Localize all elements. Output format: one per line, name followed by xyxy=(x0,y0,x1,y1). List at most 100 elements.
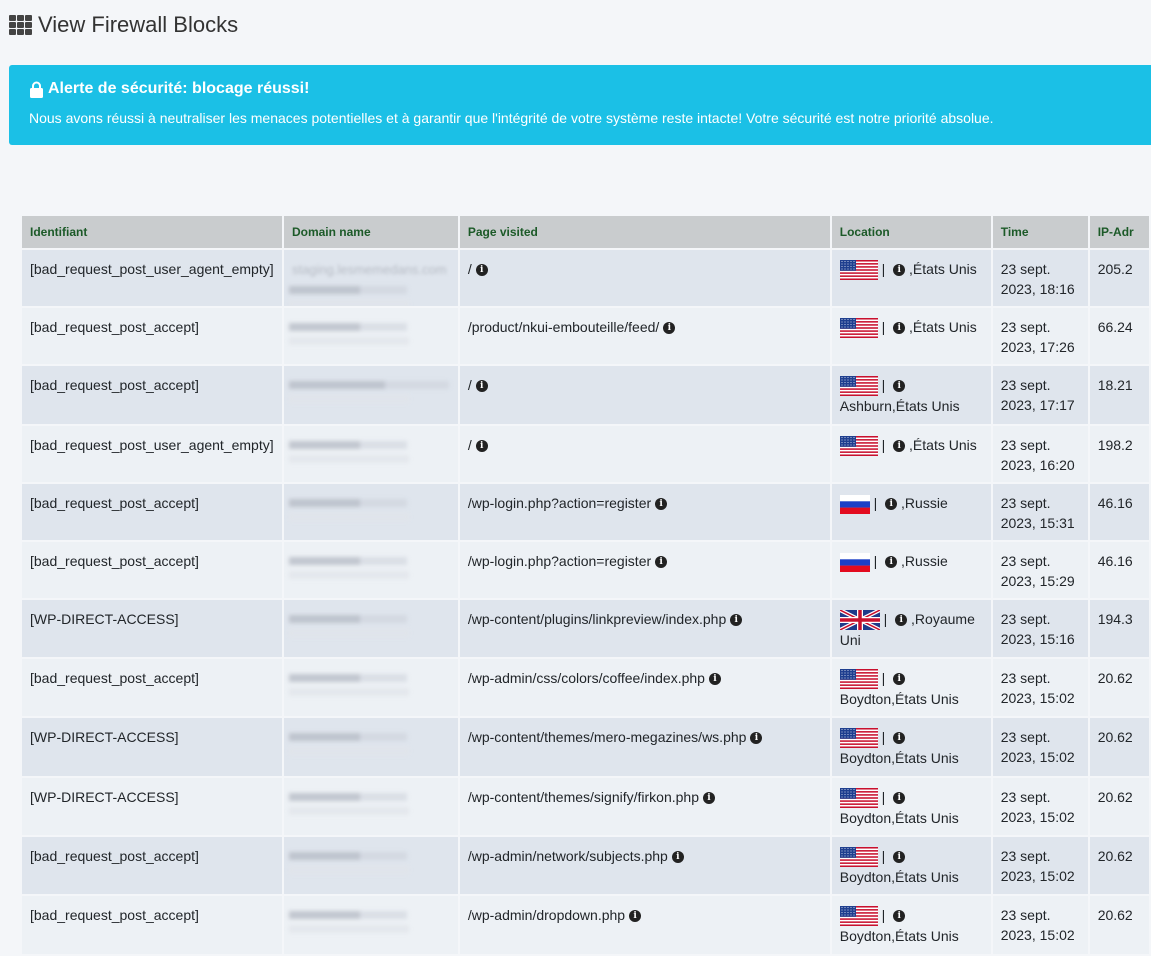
cell-page: /wp-login.php?action=register i xyxy=(459,484,830,542)
page-visited[interactable]: /wp-content/themes/signify/firkon.php xyxy=(468,789,699,805)
info-circle-icon[interactable]: i xyxy=(893,732,906,745)
date-text: 23 sept. xyxy=(1000,848,1051,864)
column-header-page[interactable]: Page visited xyxy=(459,216,830,250)
info-circle-icon[interactable]: i xyxy=(893,673,906,686)
cell-identifiant: [bad_request_post_accept] xyxy=(22,896,282,956)
info-circle-icon[interactable]: i xyxy=(702,792,715,805)
cell-domain xyxy=(283,308,458,366)
page-header: View Firewall Blocks xyxy=(9,10,238,40)
info-circle-icon[interactable]: i xyxy=(885,498,898,511)
flag-us-icon xyxy=(839,728,878,749)
cell-time: 23 sept. 2023, 15:02 xyxy=(992,778,1088,837)
page-visited[interactable]: /wp-content/themes/mero-megazines/ws.php xyxy=(468,729,747,745)
page-visited[interactable]: /wp-admin/network/subjects.php xyxy=(468,848,668,864)
flag-ru-icon xyxy=(839,552,870,572)
page-visited[interactable]: / xyxy=(468,377,472,393)
date-text: 23 sept. xyxy=(1000,437,1051,453)
location-text: Boydton,États Unis xyxy=(839,869,959,886)
column-header-domain[interactable]: Domain name xyxy=(283,216,458,250)
cell-page: / i xyxy=(459,426,830,484)
info-circle-icon[interactable]: i xyxy=(893,380,906,393)
time-text: 2023, 15:02 xyxy=(1000,868,1075,884)
flag-us-icon xyxy=(839,436,878,457)
cell-ip: 46.16 xyxy=(1089,542,1149,600)
page-visited[interactable]: /wp-admin/css/colors/coffee/index.php xyxy=(468,670,705,686)
cell-location: | iBoydton,États Unis xyxy=(831,837,991,896)
cell-domain xyxy=(283,542,458,600)
info-circle-icon[interactable]: i xyxy=(893,792,906,805)
cell-page: /wp-content/plugins/linkpreview/index.ph… xyxy=(459,600,830,659)
time-text: 2023, 17:26 xyxy=(1000,339,1075,355)
cell-time: 23 sept. 2023, 16:20 xyxy=(992,426,1088,484)
cell-time: 23 sept. 2023, 18:16 xyxy=(992,250,1088,308)
page-visited[interactable]: / xyxy=(468,437,472,453)
cell-ip: 194.3 xyxy=(1089,600,1149,659)
info-circle-icon[interactable]: i xyxy=(663,322,676,335)
info-circle-icon[interactable]: i xyxy=(475,380,488,393)
cell-page: / i xyxy=(459,250,830,308)
cell-domain xyxy=(283,659,458,718)
redacted-domain xyxy=(288,435,409,465)
table-row: [bad_request_post_accept] /wp-admin/css/c… xyxy=(22,659,1149,718)
info-circle-icon[interactable]: i xyxy=(475,264,488,277)
page-visited[interactable]: /wp-login.php?action=register xyxy=(468,495,651,511)
page-visited[interactable]: /product/nkui-embouteille/feed/ xyxy=(468,319,659,335)
flag-us-icon xyxy=(839,906,878,927)
page-visited[interactable]: /wp-content/plugins/linkpreview/index.ph… xyxy=(468,611,726,627)
alert-message: Nous avons réussi à neutraliser les mena… xyxy=(29,110,994,126)
flag-gb-icon xyxy=(839,610,880,631)
date-text: 23 sept. xyxy=(1000,377,1051,393)
page-visited[interactable]: /wp-login.php?action=register xyxy=(468,553,651,569)
cell-identifiant: [bad_request_post_user_agent_empty] xyxy=(22,426,282,484)
info-circle-icon[interactable]: i xyxy=(730,614,743,627)
table-header-row: Identifiant Domain name Page visited Loc… xyxy=(22,216,1149,250)
info-circle-icon[interactable]: i xyxy=(629,910,642,923)
table-row: [WP-DIRECT-ACCESS] /wp-content/themes/mer… xyxy=(22,718,1149,778)
cell-page: /wp-content/themes/mero-megazines/ws.php… xyxy=(459,718,830,778)
info-circle-icon[interactable]: i xyxy=(893,322,906,335)
column-header-ip[interactable]: IP-Adr xyxy=(1089,216,1149,250)
info-circle-icon[interactable]: i xyxy=(475,440,488,453)
cell-time: 23 sept. 2023, 15:29 xyxy=(992,542,1088,600)
cell-identifiant: [bad_request_post_accept] xyxy=(22,659,282,718)
cell-page: /product/nkui-embouteille/feed/i xyxy=(459,308,830,366)
location-text: Ashburn,États Unis xyxy=(839,398,960,415)
cell-identifiant: [bad_request_post_accept] xyxy=(22,308,282,366)
info-circle-icon[interactable]: i xyxy=(893,264,906,277)
column-header-location[interactable]: Location xyxy=(831,216,991,250)
flag-us-icon xyxy=(839,788,878,809)
info-circle-icon[interactable]: i xyxy=(893,440,906,453)
info-circle-icon[interactable]: i xyxy=(655,498,668,511)
page-visited[interactable]: /wp-admin/dropdown.php xyxy=(468,907,625,923)
location-text: ,États Unis xyxy=(905,261,977,277)
info-circle-icon[interactable]: i xyxy=(671,851,684,864)
info-circle-icon[interactable]: i xyxy=(708,673,721,686)
info-circle-icon[interactable]: i xyxy=(885,556,898,569)
cell-location: | i ,Russie xyxy=(831,542,991,600)
info-circle-icon[interactable]: i xyxy=(750,732,763,745)
redacted-domain xyxy=(288,668,409,698)
info-circle-icon[interactable]: i xyxy=(893,910,906,923)
cell-domain: staging.lesmemedans.com xyxy=(283,250,458,308)
cell-page: /wp-admin/dropdown.php i xyxy=(459,896,830,956)
time-text: 2023, 15:31 xyxy=(1000,515,1075,531)
cell-ip: 46.16 xyxy=(1089,484,1149,542)
date-text: 23 sept. xyxy=(1000,789,1051,805)
info-circle-icon[interactable]: i xyxy=(655,556,668,569)
redacted-domain xyxy=(288,846,409,876)
column-header-identifiant[interactable]: Identifiant xyxy=(22,216,282,250)
flag-us-icon xyxy=(839,847,878,868)
table-row: [WP-DIRECT-ACCESS] /wp-content/themes/sig… xyxy=(22,778,1149,837)
cell-ip: 205.2 xyxy=(1089,250,1149,308)
date-text: 23 sept. xyxy=(1000,553,1051,569)
info-circle-icon[interactable]: i xyxy=(895,614,908,627)
page-visited[interactable]: / xyxy=(468,261,472,277)
cell-domain xyxy=(283,600,458,659)
cell-time: 23 sept. 2023, 15:02 xyxy=(992,718,1088,778)
cell-time: 23 sept. 2023, 15:16 xyxy=(992,600,1088,659)
th-icon xyxy=(9,15,32,35)
domain-name: staging.lesmemedans.com xyxy=(291,262,447,277)
column-header-time[interactable]: Time xyxy=(992,216,1088,250)
time-text: 2023, 16:20 xyxy=(1000,457,1075,473)
info-circle-icon[interactable]: i xyxy=(893,851,906,864)
